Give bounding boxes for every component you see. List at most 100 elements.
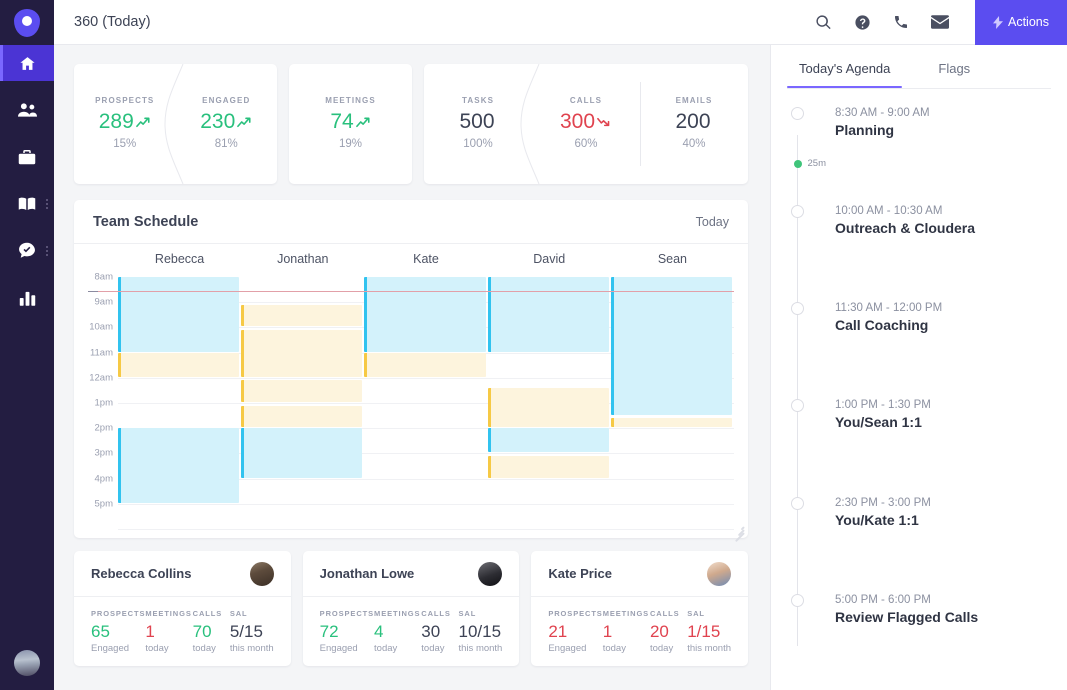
person-stat-value: 5/15 <box>229 622 263 641</box>
team-schedule-header: Team Schedule Today <box>74 200 748 244</box>
trend-up-icon <box>237 111 252 132</box>
overflow-dots-icon[interactable] <box>46 199 48 209</box>
schedule-event-block[interactable] <box>241 428 363 478</box>
kpi-cell-engaged[interactable]: ENGAGED 230 81% <box>176 64 278 184</box>
schedule-event-block[interactable] <box>241 329 363 377</box>
person-card[interactable]: Rebecca Collins PROSPECTS 65 Engaged MEETING… <box>74 551 291 666</box>
sidebar-item-playbook[interactable] <box>0 186 54 222</box>
app-logo[interactable] <box>0 0 54 45</box>
schedule-event-block[interactable] <box>364 352 486 377</box>
schedule-event-block[interactable] <box>487 387 609 428</box>
person-stat-sub: today <box>145 642 169 654</box>
person-stat: SAL 1/15 this month <box>687 609 731 654</box>
schedule-time-label: 12am <box>89 372 113 384</box>
agenda-item[interactable]: 8:30 AM - 9:00 AM Planning <box>771 107 1067 138</box>
overflow-dots-icon[interactable] <box>46 246 48 256</box>
actions-button[interactable]: Actions <box>975 0 1067 45</box>
user-avatar[interactable] <box>14 650 40 676</box>
team-schedule-today-button[interactable]: Today <box>696 215 729 229</box>
schedule-column-header: David <box>533 252 566 266</box>
resize-handle[interactable] <box>731 521 745 542</box>
kpi-cell-tasks[interactable]: TASKS 500 100% <box>424 64 532 184</box>
person-stat-label: MEETINGS <box>374 609 421 618</box>
sidebar-item-home[interactable] <box>0 45 54 81</box>
schedule-event-block[interactable] <box>118 277 240 352</box>
free-slot-dot-icon <box>793 159 802 168</box>
schedule-event-block[interactable] <box>241 304 363 327</box>
kpi-cell-emails[interactable]: EMAILS 200 40% <box>640 64 748 184</box>
current-time-marker <box>88 290 734 292</box>
schedule-column-headers: Rebecca Jonathan Kate David Sean <box>88 252 734 273</box>
person-stats: PROSPECTS 21 Engaged MEETINGS 1 today CALLS 20 t… <box>531 597 748 654</box>
schedule-event-block[interactable] <box>241 405 363 428</box>
phone-icon[interactable] <box>893 14 909 30</box>
schedule-grid[interactable]: 8am 9am 10am 11am 12am 1pm 2pm 3pm 4pm 5pm <box>88 272 734 530</box>
agenda-item[interactable]: 2:30 PM - 3:00 PM You/Kate 1:1 <box>771 497 1067 528</box>
mail-icon[interactable] <box>931 15 949 29</box>
kpi-divider-line <box>640 82 641 166</box>
avatar-kate[interactable] <box>707 561 732 586</box>
person-stat-sub: today <box>192 642 216 654</box>
person-stat-sub: today <box>374 642 398 654</box>
help-icon[interactable] <box>854 14 871 31</box>
agenda-item-title: You/Kate 1:1 <box>835 512 919 528</box>
person-stat-sub: this month <box>458 642 503 654</box>
schedule-column-header: Sean <box>657 252 688 266</box>
schedule-hour-line <box>118 529 734 530</box>
left-nav-rail <box>0 0 54 690</box>
person-stat-sub: Engaged <box>319 642 358 654</box>
avatar-rebecca[interactable] <box>249 561 274 586</box>
team-schedule-title: Team Schedule <box>93 213 199 230</box>
bar-chart-icon <box>19 290 36 306</box>
schedule-event-block[interactable] <box>364 277 486 352</box>
person-stats: PROSPECTS 65 Engaged MEETINGS 1 today CALLS 70 t… <box>74 597 291 654</box>
person-card-row: Rebecca Collins PROSPECTS 65 Engaged MEETING… <box>74 551 749 666</box>
kpi-value-wrap: 200 <box>675 111 712 132</box>
schedule-event-block[interactable] <box>241 380 363 402</box>
kpi-value-wrap: 500 <box>459 111 496 132</box>
agenda-item-time: 2:30 PM - 3:00 PM <box>835 497 931 509</box>
schedule-time-label: 1pm <box>94 397 113 409</box>
tab-today-s-agenda[interactable]: Today's Agenda <box>786 61 903 88</box>
schedule-event-block[interactable] <box>487 455 609 478</box>
kpi-sub: 60% <box>574 138 598 150</box>
schedule-event-block[interactable] <box>118 428 240 503</box>
avatar-jonathan[interactable] <box>478 561 503 586</box>
kpi-cell-calls[interactable]: CALLS 300 60% <box>532 64 640 184</box>
agenda-item-title: Outreach & Cloudera <box>835 220 976 236</box>
kpi-cell-meetings[interactable]: MEETINGS 74 19% <box>289 64 412 184</box>
kpi-sub: 100% <box>463 138 493 150</box>
kpi-sub: 19% <box>338 138 363 150</box>
schedule-time-label: 11am <box>89 347 113 359</box>
schedule-event-block[interactable] <box>610 418 732 428</box>
kpi-cell-prospects[interactable]: PROSPECTS 289 15% <box>74 64 176 184</box>
kpi-row: PROSPECTS 289 15% ENGAGED 230 81% MEETINGS 74 19… <box>74 64 748 184</box>
tab-flags[interactable]: Flags <box>938 61 970 88</box>
agenda-gap-duration: 25m <box>791 158 826 169</box>
schedule-plot-area[interactable] <box>88 273 734 530</box>
person-stat-sub: this month <box>687 642 732 654</box>
schedule-hour-line <box>118 503 734 505</box>
schedule-event-block[interactable] <box>610 277 732 415</box>
schedule-event-block[interactable] <box>487 428 609 453</box>
sidebar-item-people[interactable] <box>0 92 54 128</box>
sidebar-item-tasks[interactable] <box>0 233 54 269</box>
top-bar: 360 (Today) Actions <box>54 0 1067 45</box>
agenda-tabs: Today's Agenda Flags <box>786 45 1051 88</box>
sidebar-item-reports[interactable] <box>0 280 54 316</box>
agenda-item[interactable]: 1:00 PM - 1:30 PM You/Sean 1:1 <box>771 399 1067 430</box>
agenda-item[interactable]: 11:30 AM - 12:00 PM Call Coaching <box>771 302 1067 333</box>
schedule-event-block[interactable] <box>487 277 609 352</box>
person-stat-label: PROSPECTS <box>548 609 603 618</box>
agenda-item-dot <box>791 594 804 607</box>
person-stat-label: CALLS <box>649 609 680 618</box>
person-card[interactable]: Kate Price PROSPECTS 21 Engaged MEETINGS 1 tod… <box>531 551 749 666</box>
agenda-item-dot <box>791 302 804 315</box>
sidebar-item-briefcase[interactable] <box>0 139 54 175</box>
person-stat-label: PROSPECTS <box>319 609 375 618</box>
agenda-item[interactable]: 10:00 AM - 10:30 AM Outreach & Cloudera <box>771 205 1067 236</box>
schedule-event-block[interactable] <box>118 352 240 377</box>
search-icon[interactable] <box>815 14 832 31</box>
person-card[interactable]: Jonathan Lowe PROSPECTS 72 Engaged MEETINGS 4… <box>302 551 520 666</box>
agenda-item[interactable]: 5:00 PM - 6:00 PM Review Flagged Calls <box>771 594 1067 625</box>
